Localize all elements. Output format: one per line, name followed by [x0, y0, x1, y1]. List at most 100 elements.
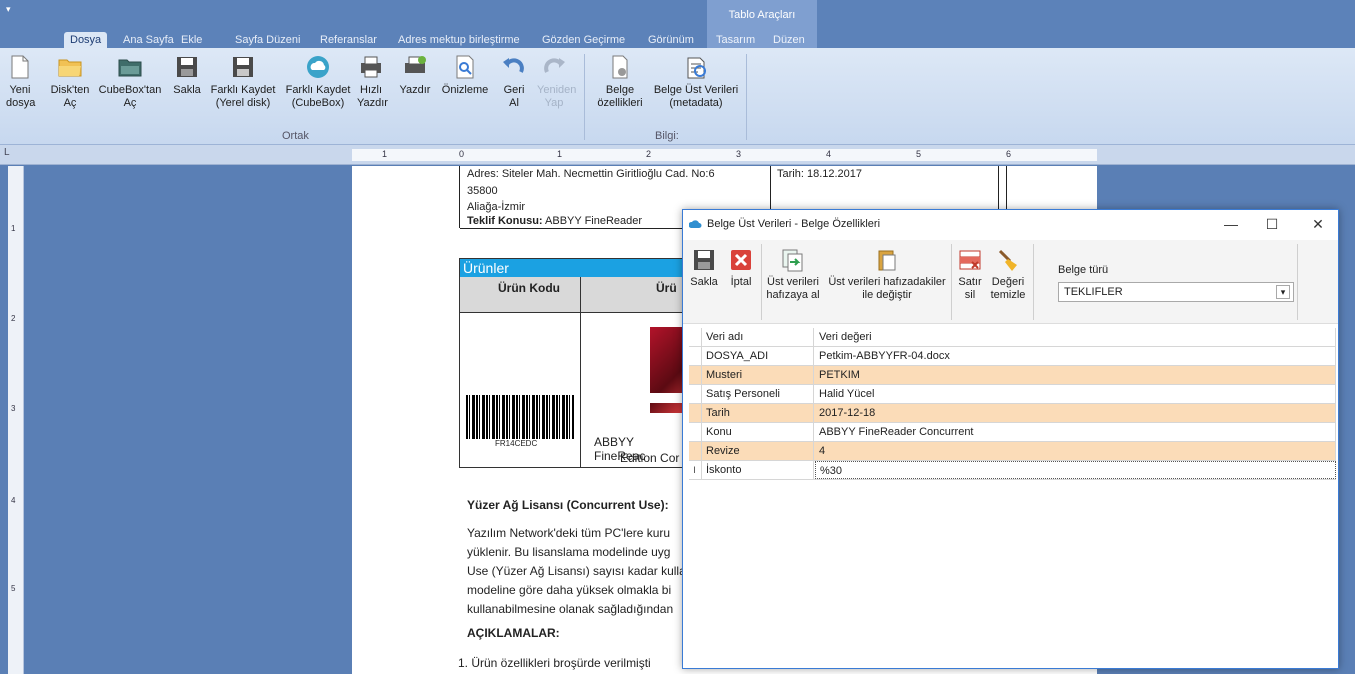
- vruler-tick: 2: [11, 314, 16, 323]
- grid-row[interactable]: Satış Personeli Halid Yücel: [689, 385, 1336, 404]
- row-name[interactable]: Tarih: [701, 404, 814, 422]
- open-from-disk-button[interactable]: Disk'ten Aç: [47, 54, 93, 110]
- row-value[interactable]: Halid Yücel: [815, 385, 1336, 403]
- save-as-local-button[interactable]: Farklı Kaydet (Yerel disk): [209, 54, 277, 110]
- save-as-cubebox-button[interactable]: Farklı Kaydet (CubeBox): [285, 54, 351, 110]
- tab-gorunum[interactable]: Görünüm: [648, 32, 694, 48]
- tab-sayfa-duzeni[interactable]: Sayfa Düzeni: [235, 32, 300, 48]
- document-type-value: TEKLIFLER: [1064, 286, 1123, 298]
- tab-referanslar[interactable]: Referanslar: [320, 32, 377, 48]
- undo-button[interactable]: Geri Al: [500, 54, 528, 110]
- title-bar: ▾: [0, 0, 1355, 30]
- print-button[interactable]: Yazdır: [399, 54, 431, 97]
- header-veri-degeri: Veri değeri: [815, 328, 1336, 346]
- ruler-tick: 3: [736, 149, 742, 159]
- section-title: Yüzer Ağ Lisansı (Concurrent Use):: [467, 498, 669, 512]
- quick-print-button[interactable]: Hızlı Yazdır: [357, 54, 388, 110]
- row-name[interactable]: Revize: [701, 442, 814, 460]
- app-cloud-icon: [689, 220, 702, 228]
- open-folder-icon: [58, 59, 82, 77]
- print-icon: [405, 56, 426, 73]
- tab-adres-mektup[interactable]: Adres mektup birleştirme: [398, 32, 520, 48]
- document-type-select[interactable]: TEKLIFLER ▾: [1058, 282, 1294, 302]
- paragraph-line: kullanabilmesine olanak sağladığından: [467, 602, 674, 616]
- vertical-ruler[interactable]: 1 2 3 4 5: [8, 166, 24, 674]
- row-value[interactable]: ABBYY FineReader Concurrent: [815, 423, 1336, 441]
- ruler-scale: 1 0 1 2 3 4 5 6: [352, 149, 1097, 161]
- ruler-tick: 0: [459, 149, 465, 159]
- row-name[interactable]: Satış Personeli: [701, 385, 814, 403]
- ruler-tick: 2: [646, 149, 652, 159]
- maximize-button[interactable]: ☐: [1257, 214, 1287, 234]
- tab-gozden-gecirme[interactable]: Gözden Geçirme: [542, 32, 625, 48]
- grid-row[interactable]: Konu ABBYY FineReader Concurrent: [689, 423, 1336, 442]
- dialog-cancel-button[interactable]: İptal: [727, 248, 755, 289]
- grid-row[interactable]: DOSYA_ADI Petkim-ABBYYFR-04.docx: [689, 347, 1336, 366]
- row-name[interactable]: DOSYA_ADI: [701, 347, 814, 365]
- grid-row[interactable]: Tarih 2017-12-18: [689, 404, 1336, 423]
- redo-button[interactable]: Yeniden Yap: [537, 54, 576, 110]
- ruler-tick: 6: [1006, 149, 1012, 159]
- clear-value-button[interactable]: Değeri temizle: [988, 248, 1028, 302]
- paragraph-line: Use (Yüzer Ağ Lisansı) sayısı kadar kull…: [467, 564, 686, 578]
- copy-metadata-button[interactable]: Üst verileri hafızaya al: [765, 248, 821, 302]
- metadata-grid: Veri adı Veri değeri DOSYA_ADI Petkim-AB…: [689, 328, 1336, 480]
- product-name-line2: Edition Cor: [620, 451, 680, 465]
- toolbar-separator: [951, 244, 952, 320]
- tab-ana-sayfa[interactable]: Ana Sayfa: [123, 32, 174, 48]
- document-properties-icon: [612, 55, 628, 79]
- horizontal-ruler[interactable]: L 1 0 1 2 3 4 5 6: [0, 145, 1355, 165]
- offer-subject: Teklif Konusu: ABBYY FineReader: [467, 215, 642, 227]
- row-indicator: [689, 442, 700, 460]
- row-value[interactable]: 2017-12-18: [815, 404, 1336, 422]
- minimize-button[interactable]: —: [1216, 214, 1246, 234]
- chevron-down-icon[interactable]: ▾: [1276, 285, 1290, 299]
- row-value[interactable]: 4: [815, 442, 1336, 460]
- quick-access-toolbar[interactable]: ▾: [6, 4, 11, 15]
- grid-row[interactable]: Musteri PETKIM: [689, 366, 1336, 385]
- row-value[interactable]: Petkim-ABBYYFR-04.docx: [815, 347, 1336, 365]
- new-document-button[interactable]: Yeni dosya: [6, 54, 35, 110]
- grid-row-editing[interactable]: I İskonto %30: [689, 461, 1336, 480]
- offer-subject-value: ABBYY FineReader: [545, 215, 643, 227]
- tab-dosya[interactable]: Dosya: [64, 32, 108, 48]
- notes-title: AÇIKLAMALAR:: [467, 626, 560, 640]
- row-indicator: [689, 328, 700, 346]
- close-button[interactable]: ✕: [1303, 214, 1333, 234]
- toolbar-separator: [761, 244, 762, 320]
- tab-selector[interactable]: L: [4, 147, 10, 158]
- grid-row[interactable]: Revize 4: [689, 442, 1336, 461]
- customer-city: Aliağa-İzmir: [467, 201, 526, 213]
- copy-to-memory-icon: [782, 249, 803, 272]
- row-value-input[interactable]: %30: [815, 461, 1336, 479]
- save-button[interactable]: Sakla: [172, 54, 202, 97]
- group-separator: [746, 54, 747, 140]
- table-tools-header: Tablo Araçları: [707, 0, 817, 30]
- tab-duzen[interactable]: Düzen: [773, 32, 805, 48]
- row-value[interactable]: PETKIM: [815, 366, 1336, 384]
- vruler-tick: 4: [11, 496, 16, 505]
- save-as-icon: [233, 57, 253, 77]
- undo-icon: [503, 58, 524, 73]
- group-separator: [584, 54, 585, 140]
- ruler-tick: 1: [382, 149, 388, 159]
- dialog-title: Belge Üst Verileri - Belge Özellikleri: [707, 218, 881, 230]
- document-metadata-button[interactable]: Belge Üst Verileri (metadata): [650, 54, 742, 110]
- delete-row-icon: [959, 250, 981, 270]
- open-from-cubebox-button[interactable]: CubeBox'tan Aç: [98, 54, 162, 110]
- replace-metadata-button[interactable]: Üst verileri hafızadakiler ile değiştir: [824, 248, 950, 302]
- row-name[interactable]: Musteri: [701, 366, 814, 384]
- note-item: 1. Ürün özellikleri broşürde verilmişti: [458, 656, 651, 670]
- products-header-row: Ürün Kodu Ürü: [460, 277, 688, 313]
- document-properties-button[interactable]: Belge özellikleri: [594, 54, 646, 110]
- tab-tasarim[interactable]: Tasarım: [716, 32, 755, 48]
- row-name[interactable]: İskonto: [701, 461, 814, 479]
- row-name[interactable]: Konu: [701, 423, 814, 441]
- dialog-save-button[interactable]: Sakla: [689, 248, 719, 289]
- delete-row-button[interactable]: Satır sil: [955, 248, 985, 302]
- row-indicator: [689, 366, 700, 384]
- dialog-title-bar[interactable]: Belge Üst Verileri - Belge Özellikleri —…: [683, 210, 1338, 240]
- tab-ekle[interactable]: Ekle: [181, 32, 202, 48]
- products-table: Ürünler Ürün Kodu Ürü FR14CEDC ABBYY Fin…: [459, 258, 689, 468]
- preview-button[interactable]: Önizleme: [440, 54, 490, 97]
